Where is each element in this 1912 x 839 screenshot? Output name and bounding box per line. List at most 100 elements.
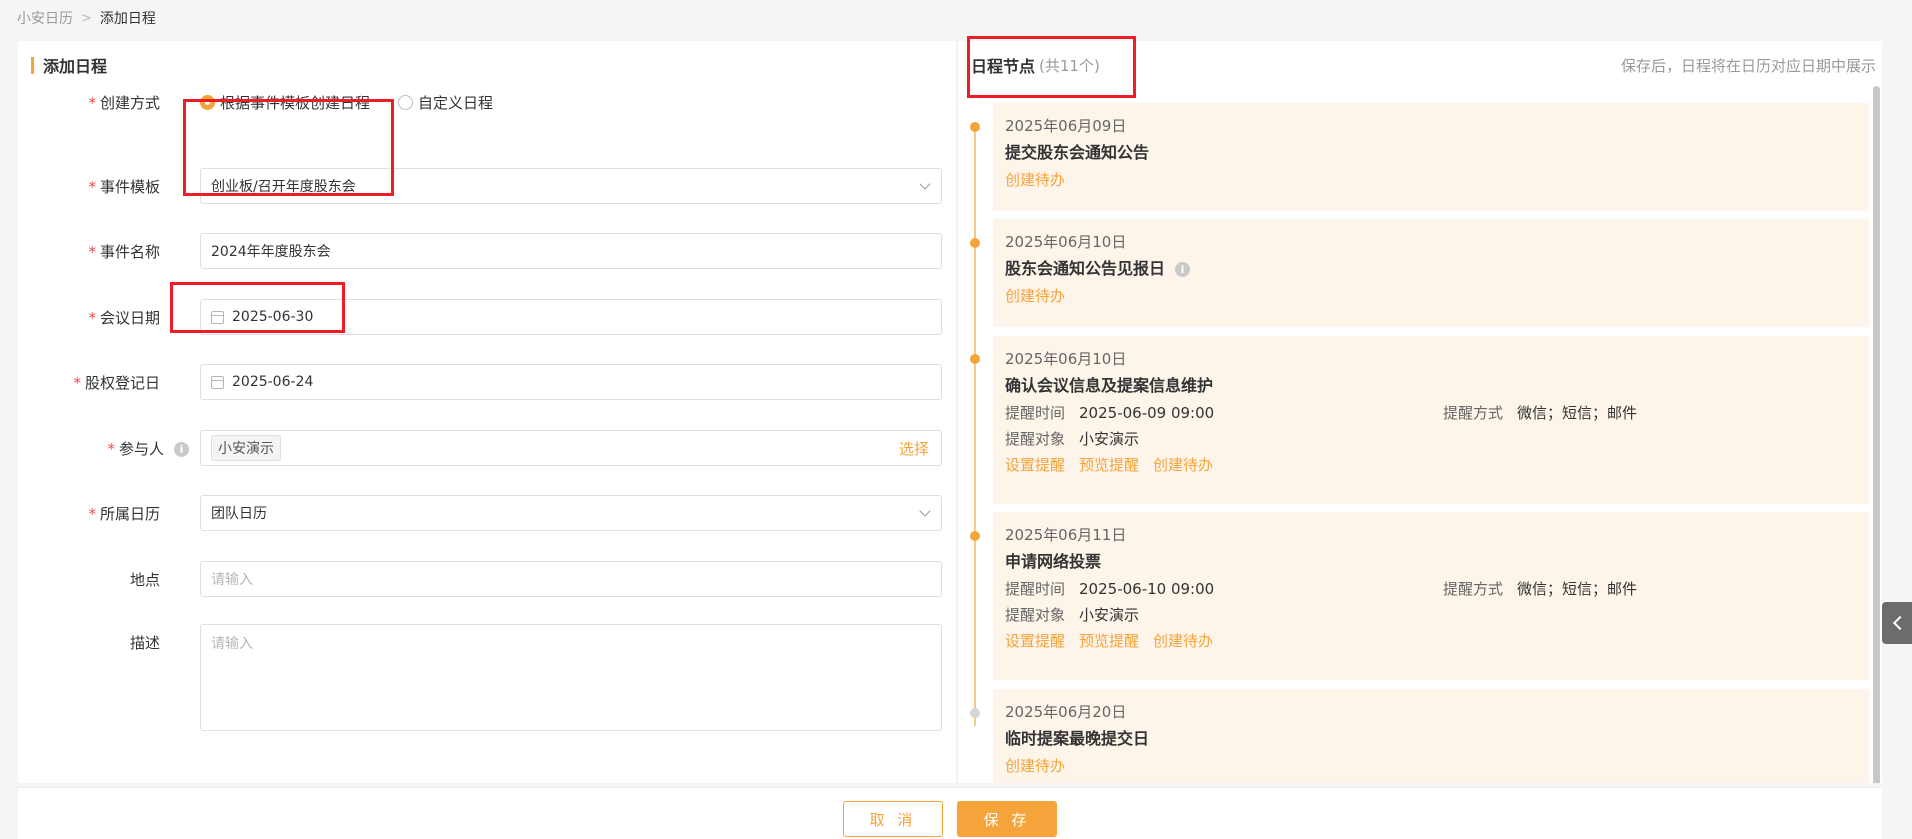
- record-date-picker[interactable]: 2025-06-24: [200, 364, 942, 400]
- remind-time-row: 提醒时间 2025-06-09 09:00 提醒方式 微信；短信；邮件: [1005, 404, 1638, 422]
- participants-label: * 参与人 i: [18, 438, 189, 459]
- create-todo-link[interactable]: 创建待办: [1005, 170, 1065, 190]
- create-todo-link[interactable]: 创建待办: [1153, 631, 1213, 651]
- description-textarea[interactable]: 请输入: [200, 624, 942, 731]
- remind-target-row: 提醒对象 小安演示: [1005, 430, 1140, 448]
- save-hint: 保存后，日程将在日历对应日期中展示: [1620, 57, 1876, 75]
- node-actions: 设置提醒 预览提醒 创建待办: [1005, 631, 1857, 651]
- remind-target-value: 小安演示: [1079, 606, 1140, 624]
- calendar-icon: [211, 375, 224, 389]
- breadcrumb-parent-link[interactable]: 小安日历: [17, 8, 73, 28]
- schedule-node: 2025年06月09日 提交股东会通知公告 创建待办: [993, 103, 1869, 211]
- create-mode-radio-group: 根据事件模板创建日程 自定义日程: [200, 92, 521, 113]
- event-name-input[interactable]: 2024年年度股东会: [200, 233, 942, 269]
- description-row: 描述 请输入: [18, 624, 956, 733]
- meeting-date-picker[interactable]: 2025-06-30: [200, 299, 942, 335]
- schedule-nodes-panel: 日程节点 (共11个) 保存后，日程将在日历对应日期中展示 2025年06月09…: [957, 41, 1882, 783]
- participants-row: * 参与人 i 小安演示 选择: [18, 429, 956, 467]
- chevron-right-icon: >: [81, 10, 92, 26]
- create-mode-label: * 创建方式: [88, 93, 160, 112]
- schedule-nodes-title: 日程节点 (共11个): [971, 56, 1100, 77]
- participants-field[interactable]: 小安演示 选择: [200, 430, 942, 466]
- radio-unchecked-icon: [398, 94, 414, 110]
- node-actions: 创建待办: [1005, 286, 1857, 306]
- form-title-text: 添加日程: [43, 57, 108, 76]
- remind-way: 提醒方式 微信；短信；邮件: [1443, 580, 1638, 598]
- cancel-button[interactable]: 取 消: [843, 801, 943, 837]
- schedule-node: 2025年06月11日 申请网络投票 提醒时间 2025-06-10 09:00…: [993, 512, 1869, 680]
- schedule-node: 2025年06月20日 临时提案最晚提交日 创建待办: [993, 689, 1869, 783]
- calendar-label: * 所属日历: [88, 504, 160, 523]
- template-label: * 事件模板: [88, 177, 160, 196]
- event-name-label: * 事件名称: [88, 242, 160, 261]
- remind-way: 提醒方式 微信；短信；邮件: [1443, 404, 1638, 422]
- meeting-date-row: * 会议日期 2025-06-30: [18, 298, 956, 336]
- location-row: 地点 请输入: [18, 560, 956, 598]
- location-input[interactable]: 请输入: [200, 561, 942, 597]
- create-todo-link[interactable]: 创建待办: [1153, 455, 1213, 475]
- event-name-row: * 事件名称 2024年年度股东会: [18, 232, 956, 270]
- preview-reminder-link[interactable]: 预览提醒: [1079, 455, 1139, 475]
- create-todo-link[interactable]: 创建待办: [1005, 756, 1065, 776]
- description-label: 描述: [129, 634, 160, 652]
- node-date: 2025年06月10日: [1005, 233, 1127, 251]
- remind-target-row: 提醒对象 小安演示: [1005, 606, 1140, 624]
- breadcrumb: 小安日历 > 添加日程: [17, 8, 156, 28]
- set-reminder-link[interactable]: 设置提醒: [1005, 631, 1065, 651]
- node-count: (共11个): [1039, 56, 1100, 75]
- node-date: 2025年06月20日: [1005, 703, 1127, 721]
- info-icon[interactable]: i: [174, 441, 189, 457]
- timeline-line: [974, 126, 976, 726]
- calendar-select[interactable]: 团队日历: [200, 495, 942, 531]
- node-date: 2025年06月11日: [1005, 526, 1127, 544]
- node-actions: 设置提醒 预览提醒 创建待办: [1005, 455, 1857, 475]
- node-name: 股东会通知公告见报日 i: [1005, 258, 1857, 280]
- node-date: 2025年06月10日: [1005, 350, 1127, 368]
- template-row: * 事件模板 创业板/召开年度股东会: [18, 167, 956, 205]
- create-todo-link[interactable]: 创建待办: [1005, 286, 1065, 306]
- calendar-row: * 所属日历 团队日历: [18, 494, 956, 532]
- schedule-node: 2025年06月10日 确认会议信息及提案信息维护 提醒时间 2025-06-0…: [993, 336, 1869, 504]
- node-name: 确认会议信息及提案信息维护: [1005, 376, 1214, 395]
- node-name: 临时提案最晚提交日: [1005, 729, 1150, 748]
- participant-tag: 小安演示: [211, 435, 281, 461]
- form-section-title: 添加日程: [31, 53, 107, 77]
- create-mode-row: * 创建方式 根据事件模板创建日程 自定义日程: [18, 85, 956, 119]
- timeline-dot: [970, 354, 980, 364]
- title-accent-bar: [31, 56, 34, 74]
- remind-target-value: 小安演示: [1079, 430, 1140, 448]
- radio-template-mode[interactable]: 根据事件模板创建日程: [200, 92, 370, 113]
- record-date-label: * 股权登记日: [73, 373, 160, 392]
- timeline-dot: [970, 122, 980, 132]
- add-schedule-form: 添加日程 * 创建方式 根据事件模板创建日程 自定义日程 * 事件模板 创业板/召开…: [18, 41, 956, 783]
- remind-time-row: 提醒时间 2025-06-10 09:00 提醒方式 微信；短信；邮件: [1005, 580, 1638, 598]
- preview-reminder-link[interactable]: 预览提醒: [1079, 631, 1139, 651]
- select-participants-link[interactable]: 选择: [899, 438, 929, 459]
- info-icon[interactable]: i: [1175, 262, 1191, 277]
- remind-time-value: 2025-06-10 09:00: [1079, 580, 1215, 598]
- radio-custom-mode[interactable]: 自定义日程: [398, 92, 493, 113]
- node-date: 2025年06月09日: [1005, 117, 1127, 135]
- scrollbar[interactable]: [1873, 86, 1880, 783]
- collapse-panel-button[interactable]: [1882, 602, 1912, 644]
- node-name: 提交股东会通知公告: [1005, 143, 1150, 162]
- footer-bar: 取 消 保 存: [18, 787, 1882, 839]
- timeline-dot: [970, 531, 980, 541]
- breadcrumb-current: 添加日程: [99, 11, 156, 27]
- meeting-date-label: * 会议日期: [88, 308, 160, 327]
- set-reminder-link[interactable]: 设置提醒: [1005, 455, 1065, 475]
- chevron-down-icon: [919, 505, 931, 517]
- save-button[interactable]: 保 存: [957, 801, 1057, 837]
- template-select[interactable]: 创业板/召开年度股东会: [200, 168, 942, 204]
- record-date-row: * 股权登记日 2025-06-24: [18, 363, 956, 401]
- node-name: 申请网络投票: [1005, 552, 1102, 571]
- calendar-icon: [211, 310, 224, 324]
- node-actions: 创建待办: [1005, 756, 1857, 776]
- radio-checked-icon: [200, 94, 215, 110]
- remind-time-value: 2025-06-09 09:00: [1079, 404, 1215, 422]
- timeline-dot: [970, 238, 980, 248]
- location-label: 地点: [129, 570, 160, 589]
- chevron-down-icon: [919, 178, 931, 190]
- node-actions: 创建待办: [1005, 170, 1857, 190]
- chevron-left-icon: [1892, 615, 1907, 631]
